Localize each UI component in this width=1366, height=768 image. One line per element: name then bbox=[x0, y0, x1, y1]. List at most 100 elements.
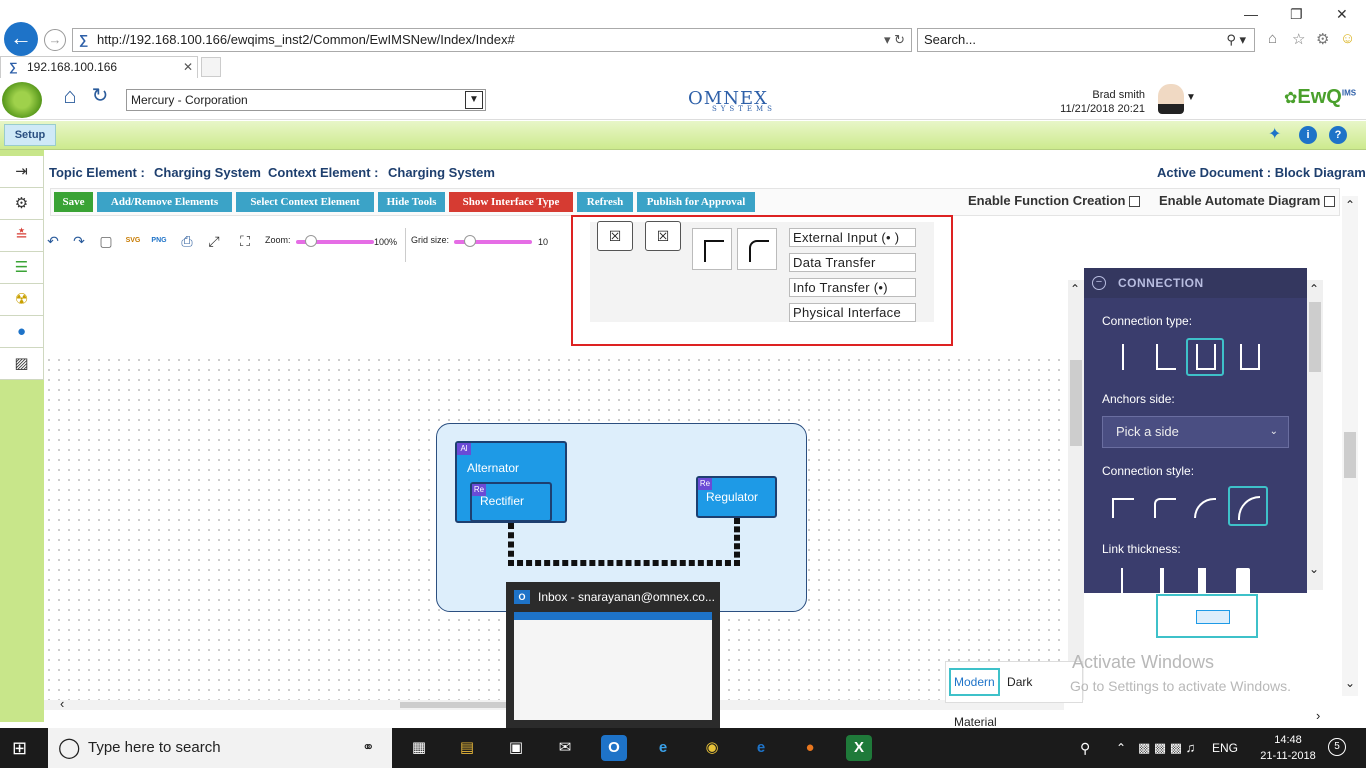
interface-external-input[interactable]: External Input (• ) bbox=[789, 228, 916, 247]
taskbar-clock[interactable]: 14:48 21-11-2018 bbox=[1258, 732, 1318, 764]
connection-type-elbow[interactable] bbox=[1146, 338, 1184, 376]
favorites-star-icon[interactable]: ☆ bbox=[1292, 30, 1305, 48]
zoom-slider-handle[interactable] bbox=[305, 235, 317, 247]
panel-scroll-up-icon[interactable]: ⌃ bbox=[1309, 282, 1319, 296]
interface-data-transfer[interactable]: Data Transfer bbox=[789, 253, 916, 272]
new-page-icon[interactable]: ▢ bbox=[97, 232, 115, 250]
minimize-icon[interactable]: — bbox=[1244, 6, 1258, 22]
panel-scroll-thumb[interactable] bbox=[1309, 302, 1321, 372]
square-corner-button[interactable] bbox=[692, 228, 732, 270]
rail-radiation-icon[interactable]: ☢ bbox=[0, 284, 44, 316]
close-tab-icon[interactable]: ✕ bbox=[183, 57, 193, 77]
taskbar-search-input[interactable]: ◯ Type here to search ⚭ bbox=[48, 728, 392, 768]
restore-icon[interactable]: ❐ bbox=[1290, 6, 1303, 23]
rail-lock-icon[interactable]: ● bbox=[0, 316, 44, 348]
settings-gear-icon[interactable]: ⚙ bbox=[1316, 30, 1329, 48]
page-scroll-up-icon[interactable]: ⌃ bbox=[1345, 198, 1355, 212]
rail-import-icon[interactable]: ⇥ bbox=[0, 156, 44, 188]
help-icon[interactable]: ? bbox=[1329, 126, 1347, 144]
connection-horizontal[interactable] bbox=[508, 560, 740, 566]
browser-tab[interactable]: ∑ 192.168.100.166 ✕ bbox=[0, 56, 198, 78]
internet-explorer-icon[interactable]: e bbox=[650, 735, 676, 761]
add-interface-icon[interactable]: ☒ bbox=[597, 221, 633, 251]
setup-button[interactable]: Setup bbox=[4, 124, 56, 146]
remove-interface-icon[interactable]: ☒ bbox=[645, 221, 681, 251]
search-icon[interactable]: ⚲ ▾ bbox=[1226, 29, 1246, 51]
rail-padlock-icon[interactable]: ▨ bbox=[0, 348, 44, 380]
refresh-button[interactable]: Refresh bbox=[577, 192, 633, 212]
outlook-taskbar-icon[interactable]: O bbox=[601, 735, 627, 761]
canvas-scroll-right-icon[interactable]: › bbox=[1316, 708, 1320, 723]
refresh-app-button[interactable]: ↻ bbox=[88, 84, 112, 108]
grid-size-slider-handle[interactable] bbox=[464, 235, 476, 247]
address-bar[interactable]: ∑ http://192.168.100.166/ewqims_inst2/Co… bbox=[72, 28, 912, 52]
tray-chevron-icon[interactable]: ⌃ bbox=[1116, 728, 1126, 768]
canvas-scroll-left-icon[interactable]: ‹ bbox=[60, 696, 64, 711]
style-arc-selected[interactable] bbox=[1228, 486, 1268, 526]
anchors-side-select[interactable]: Pick a side ⌄ bbox=[1102, 416, 1289, 448]
notification-badge[interactable]: 5 bbox=[1328, 738, 1346, 756]
connection-type-straight[interactable] bbox=[1104, 338, 1142, 376]
chrome-icon[interactable]: ◉ bbox=[699, 735, 725, 761]
forward-button[interactable]: → bbox=[44, 29, 66, 51]
panel-vertical-scrollbar[interactable] bbox=[1307, 280, 1323, 590]
browser-search-input[interactable]: Search... ⚲ ▾ bbox=[917, 28, 1255, 52]
microphone-icon[interactable]: ⚭ bbox=[362, 728, 375, 768]
connection-type-u-shape[interactable] bbox=[1186, 338, 1224, 376]
theme-material[interactable]: Material bbox=[954, 715, 997, 729]
connection-type-u-open[interactable] bbox=[1230, 338, 1268, 376]
add-remove-elements-button[interactable]: Add/Remove Elements bbox=[97, 192, 232, 212]
file-explorer-icon[interactable]: ▤ bbox=[454, 735, 480, 761]
fit-screen-icon[interactable]: ⤢ bbox=[205, 232, 223, 250]
scroll-up-icon[interactable]: ⌃ bbox=[1070, 282, 1080, 296]
home-button[interactable]: ⌂ bbox=[58, 84, 82, 108]
style-rounded[interactable] bbox=[1148, 490, 1186, 524]
export-png-icon[interactable]: PNG bbox=[150, 232, 168, 250]
enable-function-checkbox[interactable] bbox=[1129, 196, 1141, 208]
rail-layers-icon[interactable]: ≛ bbox=[0, 220, 44, 252]
interface-info-transfer[interactable]: Info Transfer (•) bbox=[789, 278, 916, 297]
publish-for-approval-button[interactable]: Publish for Approval bbox=[637, 192, 755, 212]
print-icon[interactable]: ⎙ bbox=[178, 232, 196, 250]
edge-icon[interactable]: e bbox=[748, 735, 774, 761]
task-view-icon[interactable]: ▦ bbox=[406, 735, 432, 761]
firefox-icon[interactable]: ● bbox=[797, 735, 823, 761]
avatar[interactable] bbox=[1158, 84, 1184, 114]
theme-dark[interactable]: Dark bbox=[1007, 675, 1032, 689]
hide-tools-button[interactable]: Hide Tools bbox=[378, 192, 445, 212]
new-tab-button[interactable] bbox=[201, 57, 221, 77]
canvas-vertical-scrollbar[interactable] bbox=[1068, 280, 1084, 700]
store-icon[interactable]: ▣ bbox=[503, 735, 529, 761]
canvas-vscroll-thumb[interactable] bbox=[1070, 360, 1082, 446]
style-square[interactable] bbox=[1106, 490, 1144, 524]
people-icon[interactable]: ⚲ bbox=[1080, 728, 1090, 768]
language-indicator[interactable]: ENG bbox=[1212, 728, 1238, 768]
enable-automate-checkbox[interactable] bbox=[1324, 196, 1336, 208]
regulator-block[interactable]: Re Regulator bbox=[696, 476, 777, 518]
back-button[interactable]: ← bbox=[4, 22, 38, 56]
outlook-taskbar-preview[interactable]: O Inbox - snarayanan@omnex.co... bbox=[506, 582, 720, 728]
select-context-element-button[interactable]: Select Context Element bbox=[236, 192, 374, 212]
show-interface-type-button[interactable]: Show Interface Type bbox=[449, 192, 573, 212]
page-scroll-down-icon[interactable]: ⌄ bbox=[1345, 676, 1355, 690]
user-menu-chevron-icon[interactable]: ▼ bbox=[1186, 92, 1196, 103]
thickness-4[interactable] bbox=[1236, 568, 1250, 593]
actual-size-icon[interactable]: ⛶ bbox=[236, 232, 254, 250]
rail-list-icon[interactable]: ☰ bbox=[0, 252, 44, 284]
thickness-1[interactable] bbox=[1121, 568, 1123, 593]
thickness-2[interactable] bbox=[1160, 568, 1164, 593]
diagram-minimap[interactable] bbox=[1156, 594, 1258, 638]
redo-icon[interactable]: ↷ bbox=[70, 232, 88, 250]
style-curve[interactable] bbox=[1188, 490, 1226, 524]
thickness-3[interactable] bbox=[1198, 568, 1206, 593]
smiley-icon[interactable]: ☺ bbox=[1340, 30, 1355, 47]
page-vertical-scrollbar[interactable] bbox=[1342, 196, 1358, 696]
rail-settings-icon[interactable]: ⚙ bbox=[0, 188, 44, 220]
mail-icon[interactable]: ✉ bbox=[552, 735, 578, 761]
panel-scroll-down-icon[interactable]: ⌄ bbox=[1309, 562, 1319, 576]
export-svg-icon[interactable]: SVG bbox=[124, 232, 142, 250]
theme-modern[interactable]: Modern bbox=[949, 668, 1000, 696]
rectifier-block[interactable]: Re Rectifier bbox=[470, 482, 552, 522]
excel-icon[interactable]: X bbox=[846, 735, 872, 761]
home-icon[interactable]: ⌂ bbox=[1268, 30, 1277, 47]
